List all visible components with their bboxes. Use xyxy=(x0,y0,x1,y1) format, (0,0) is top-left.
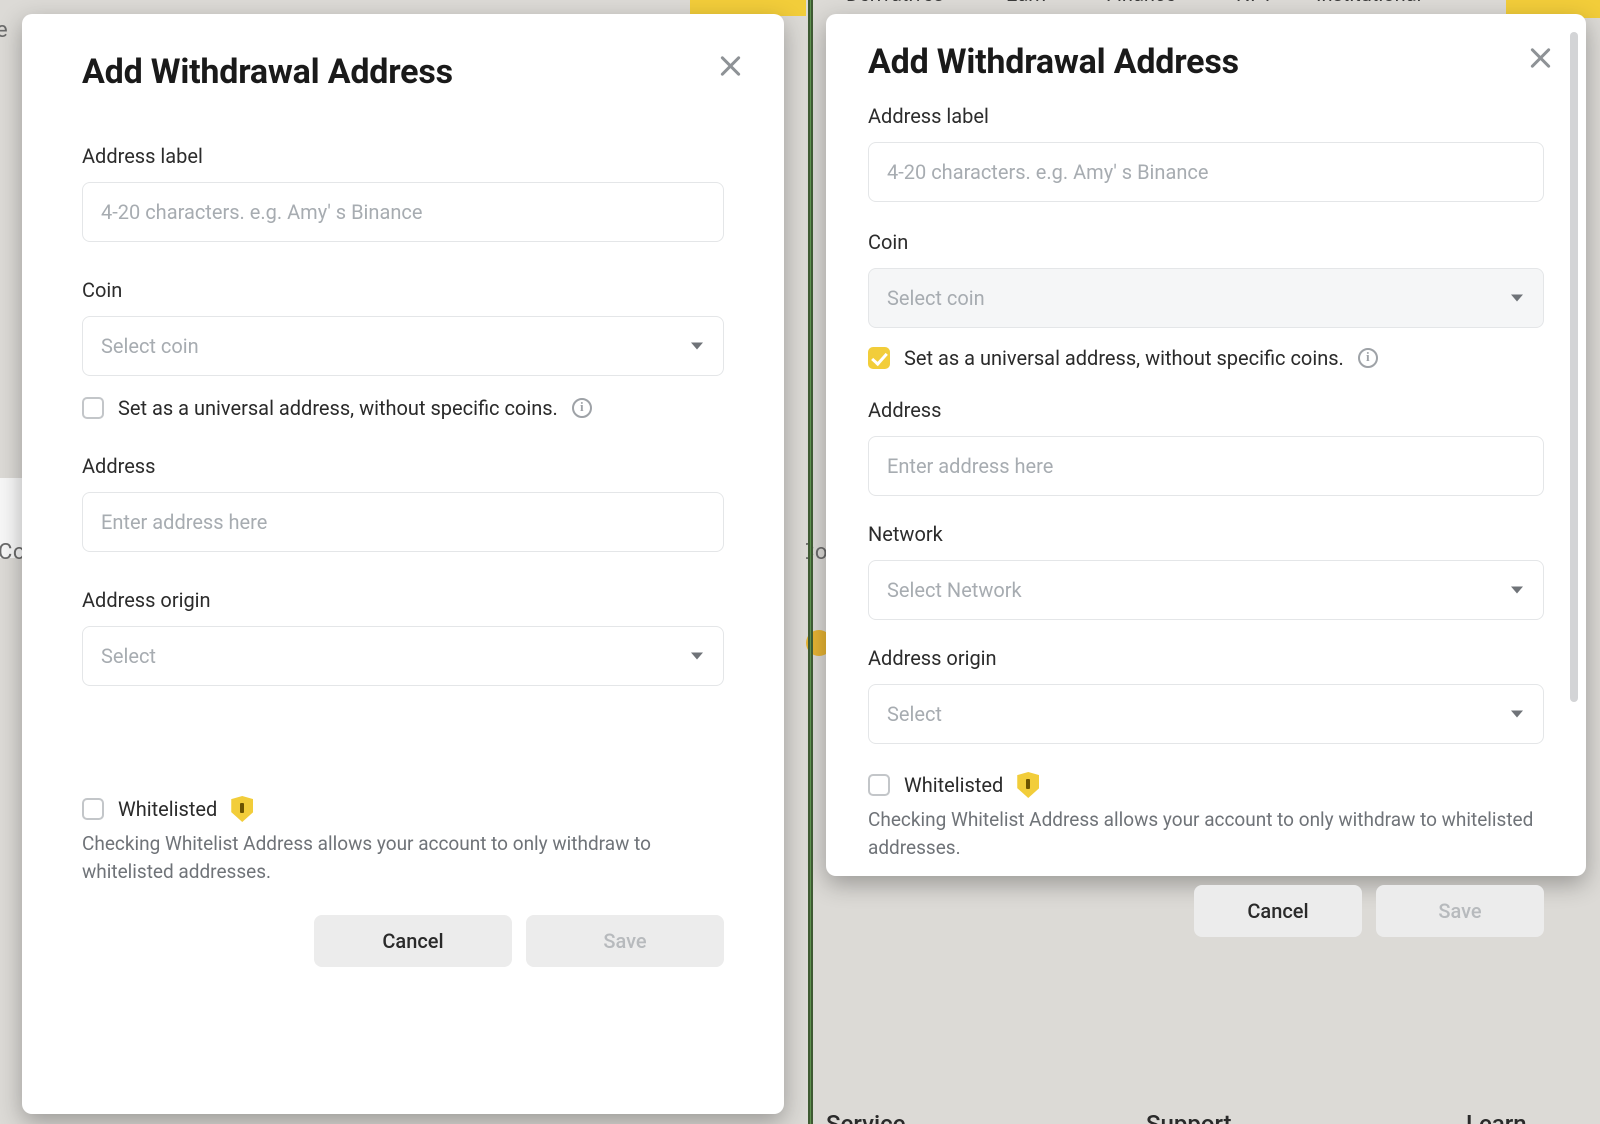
universal-address-row: Set as a universal address, without spec… xyxy=(868,346,1544,370)
coin-select[interactable]: Select coin xyxy=(868,268,1544,328)
modal-add-withdrawal-address: Add Withdrawal Address Address label 4-2… xyxy=(826,14,1586,876)
network-select[interactable]: Select Network xyxy=(868,560,1544,620)
bg-footer: Service xyxy=(826,1110,906,1124)
bg-nav: NFT xyxy=(1236,0,1273,6)
bg-nav: Earn xyxy=(1006,0,1046,6)
bg-footer: Support xyxy=(1146,1110,1232,1124)
whitelist-label: Whitelisted xyxy=(904,773,1003,797)
bg-nav: Derivatives xyxy=(846,0,944,6)
coin-select[interactable]: Select coin xyxy=(82,316,724,376)
address-label-input[interactable]: 4-20 characters. e.g. Amy' s Binance xyxy=(868,142,1544,202)
coin-select-value: Select coin xyxy=(887,286,985,310)
shield-icon xyxy=(231,796,253,822)
whitelist-row: Whitelisted xyxy=(868,772,1544,798)
field-origin: Address origin Select xyxy=(82,588,724,686)
field-coin: Coin Select coin xyxy=(868,230,1544,328)
label-origin: Address origin xyxy=(82,588,724,612)
coin-select-value: Select coin xyxy=(101,334,199,358)
field-origin: Address origin Select xyxy=(868,646,1544,744)
chevron-down-icon xyxy=(691,653,703,660)
cancel-button[interactable]: Cancel xyxy=(314,915,512,967)
universal-label: Set as a universal address, without spec… xyxy=(118,396,558,420)
address-label-input[interactable]: 4-20 characters. e.g. Amy' s Binance xyxy=(82,182,724,242)
modal-actions: Cancel Save xyxy=(868,885,1544,937)
universal-label: Set as a universal address, without spec… xyxy=(904,346,1344,370)
bg-text: e xyxy=(0,18,8,43)
field-coin: Coin Select coin xyxy=(82,278,724,376)
cancel-button[interactable]: Cancel xyxy=(1194,885,1362,937)
split-divider xyxy=(808,0,813,1124)
chevron-down-icon xyxy=(691,343,703,350)
screenshot-right: Derivatives Earn Finance NFT Institution… xyxy=(806,0,1600,1124)
universal-checkbox[interactable] xyxy=(868,347,890,369)
chevron-down-icon xyxy=(1511,587,1523,594)
bg-footer: Learn xyxy=(1466,1110,1527,1124)
modal-actions: Cancel Save xyxy=(82,915,724,967)
origin-select[interactable]: Select xyxy=(868,684,1544,744)
chevron-down-icon xyxy=(1511,711,1523,718)
info-icon[interactable] xyxy=(1358,348,1378,368)
save-button[interactable]: Save xyxy=(1376,885,1544,937)
modal-add-withdrawal-address: Add Withdrawal Address Address label 4-2… xyxy=(22,14,784,1114)
universal-checkbox[interactable] xyxy=(82,397,104,419)
field-address-label: Address label 4-20 characters. e.g. Amy'… xyxy=(868,104,1544,202)
close-icon[interactable] xyxy=(716,52,744,80)
label-address: Address xyxy=(868,398,1544,422)
field-address: Address Enter address here xyxy=(82,454,724,552)
scrollbar[interactable] xyxy=(1570,32,1578,702)
origin-select-value: Select xyxy=(887,702,942,726)
close-icon[interactable] xyxy=(1526,44,1554,72)
network-select-value: Select Network xyxy=(887,578,1022,602)
screenshot-left: e Coi Add Withdrawal Address Address lab… xyxy=(0,0,806,1124)
label-coin: Coin xyxy=(82,278,724,302)
whitelist-checkbox[interactable] xyxy=(868,774,890,796)
chevron-down-icon xyxy=(1511,295,1523,302)
whitelist-helper: Checking Whitelist Address allows your a… xyxy=(868,806,1544,861)
whitelist-label: Whitelisted xyxy=(118,797,217,821)
whitelist-row: Whitelisted xyxy=(82,796,724,822)
modal-title: Add Withdrawal Address xyxy=(82,52,724,92)
label-address-label: Address label xyxy=(868,104,1544,128)
info-icon[interactable] xyxy=(572,398,592,418)
field-address: Address Enter address here xyxy=(868,398,1544,496)
shield-icon xyxy=(1017,772,1039,798)
whitelist-helper: Checking Whitelist Address allows your a… xyxy=(82,830,724,885)
universal-address-row: Set as a universal address, without spec… xyxy=(82,396,724,420)
label-origin: Address origin xyxy=(868,646,1544,670)
address-input[interactable]: Enter address here xyxy=(82,492,724,552)
label-network: Network xyxy=(868,522,1544,546)
field-network: Network Select Network xyxy=(868,522,1544,620)
save-button[interactable]: Save xyxy=(526,915,724,967)
bg-nav: Institutional xyxy=(1316,0,1421,6)
label-address-label: Address label xyxy=(82,144,724,168)
field-address-label: Address label 4-20 characters. e.g. Amy'… xyxy=(82,144,724,242)
origin-select-value: Select xyxy=(101,644,156,668)
label-address: Address xyxy=(82,454,724,478)
address-input[interactable]: Enter address here xyxy=(868,436,1544,496)
bg-nav: Finance xyxy=(1106,0,1176,6)
origin-select[interactable]: Select xyxy=(82,626,724,686)
whitelist-checkbox[interactable] xyxy=(82,798,104,820)
modal-title: Add Withdrawal Address xyxy=(868,42,1544,82)
label-coin: Coin xyxy=(868,230,1544,254)
